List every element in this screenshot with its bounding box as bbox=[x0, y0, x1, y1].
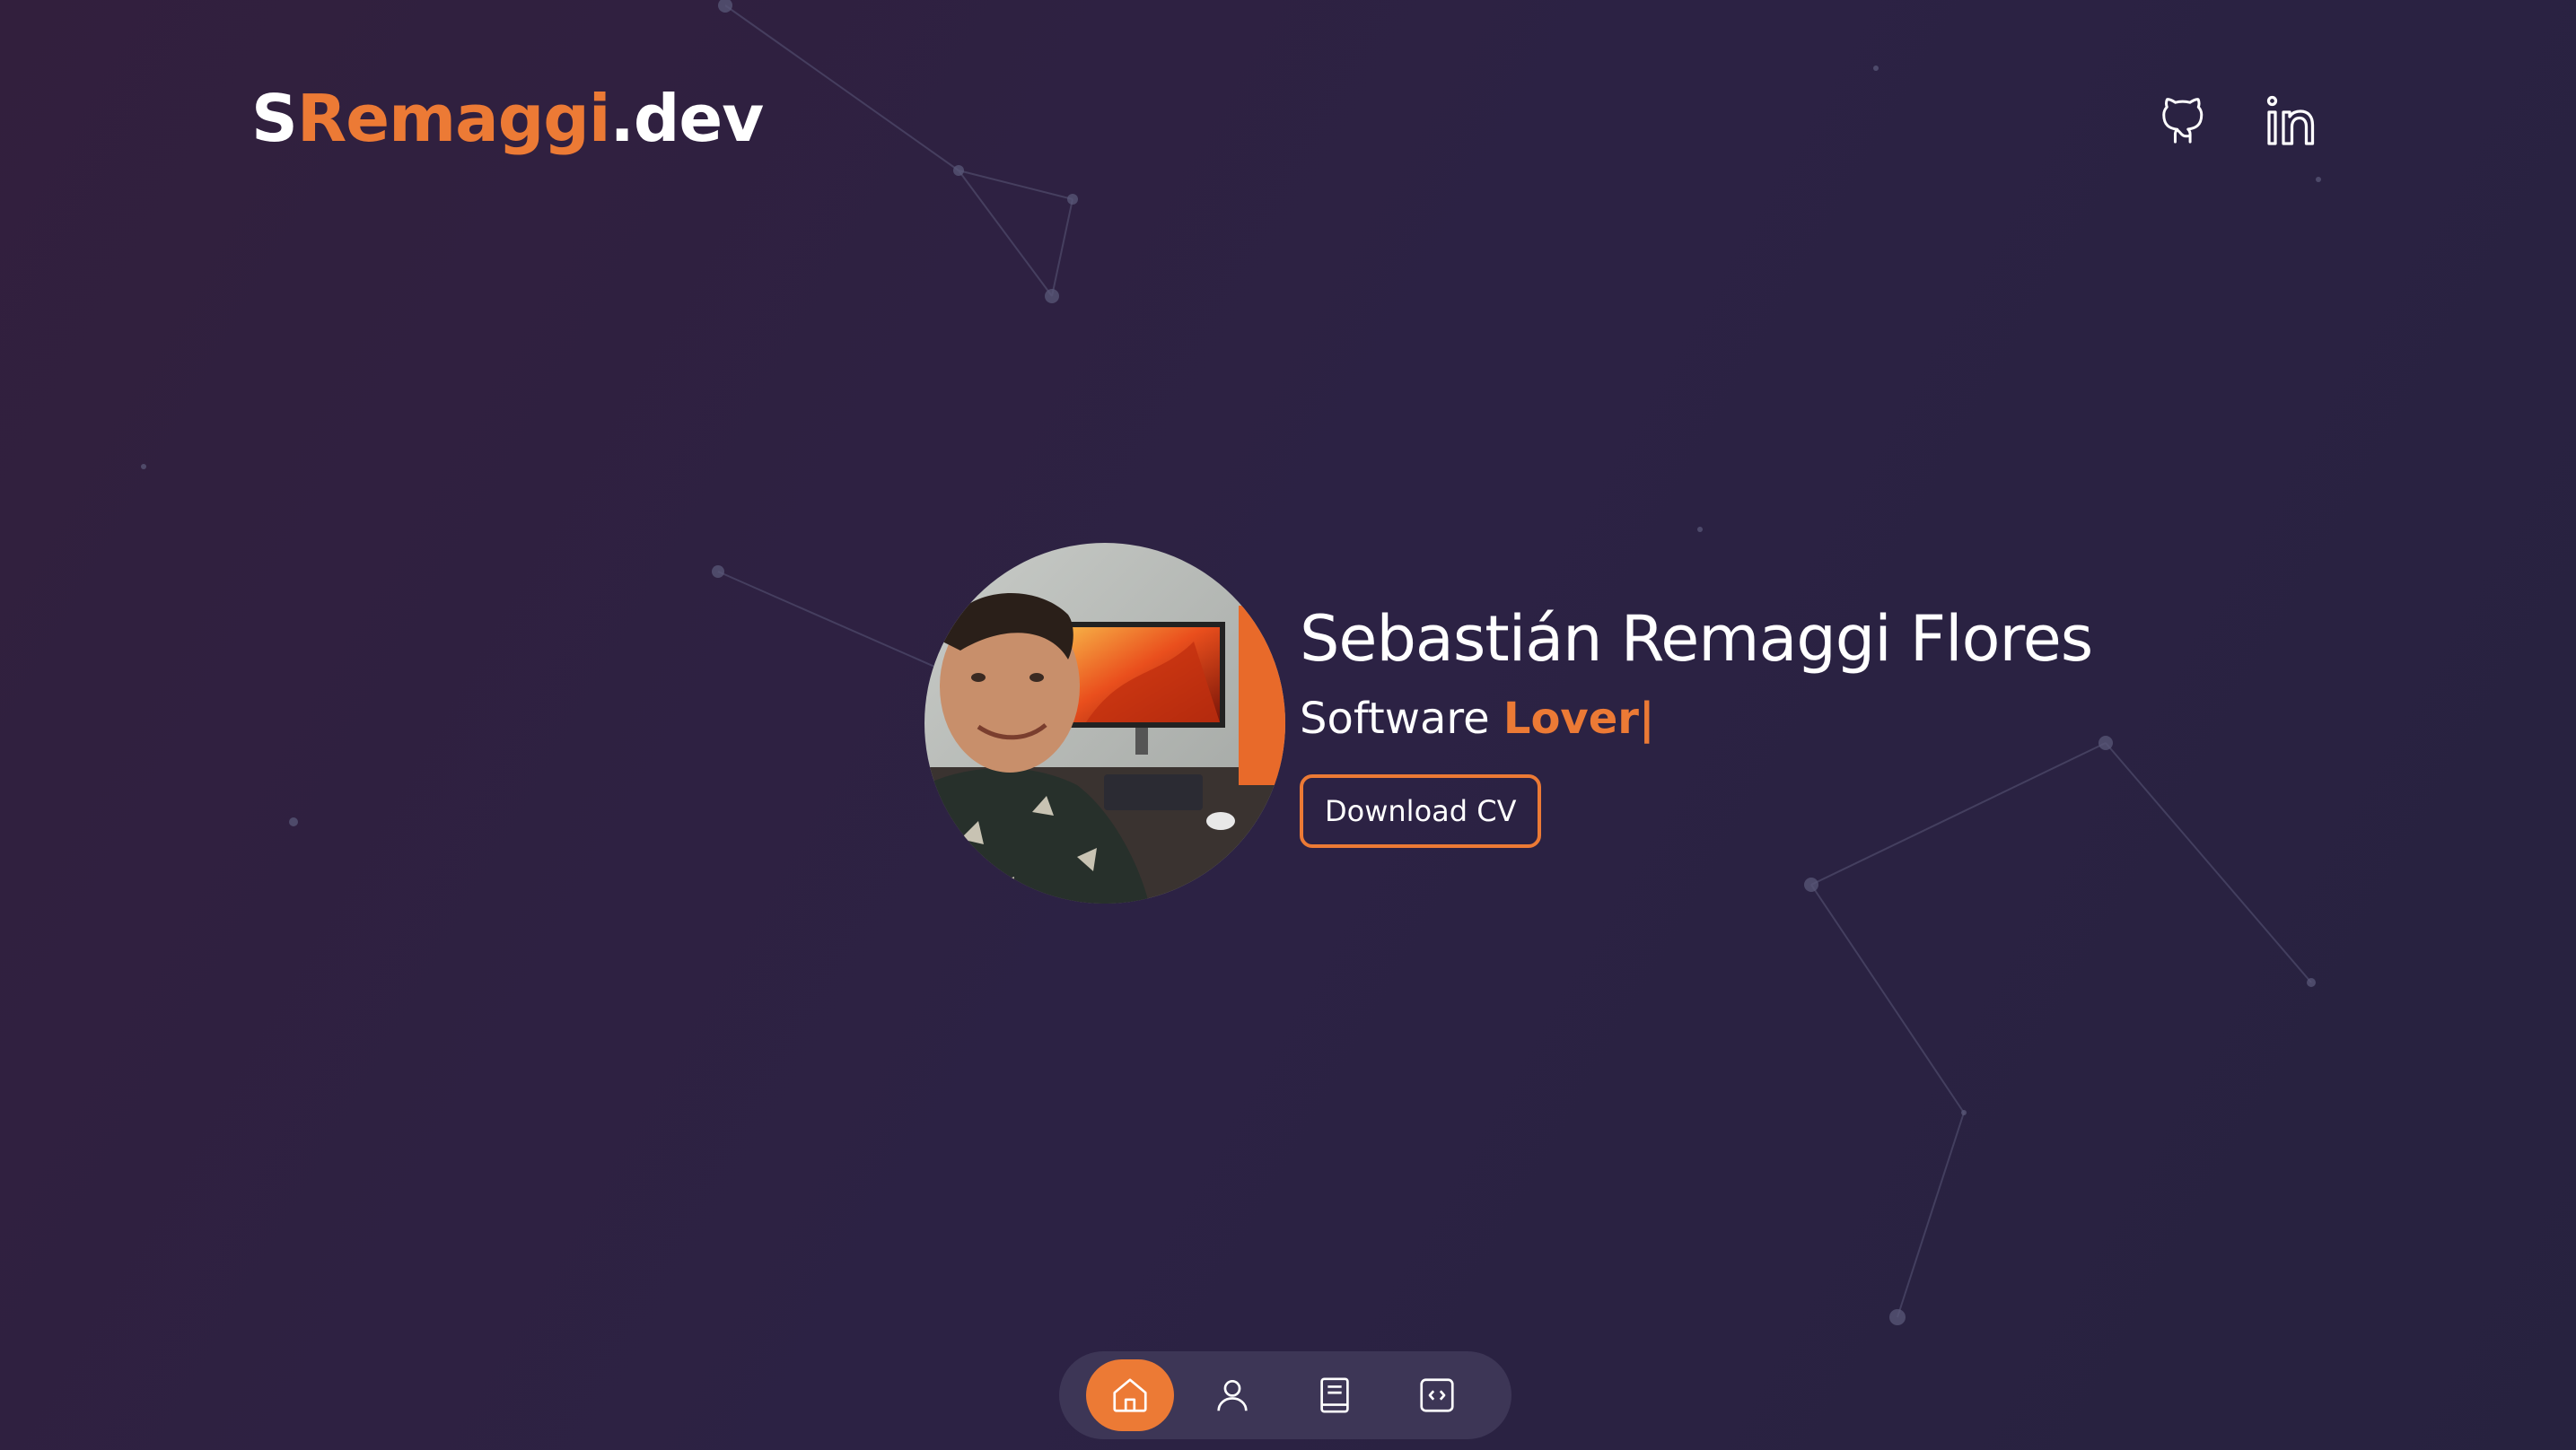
social-links bbox=[2155, 93, 2320, 149]
user-icon bbox=[1217, 1379, 1248, 1411]
nav-projects-button[interactable] bbox=[1393, 1359, 1481, 1431]
nav-home-button[interactable] bbox=[1086, 1359, 1174, 1431]
download-cv-button[interactable]: Download CV bbox=[1300, 774, 1542, 848]
page: SRemaggi.dev Sebastián Remaggi Flores So… bbox=[0, 0, 2576, 1450]
hero-role: Software Lover| bbox=[1300, 697, 2092, 740]
github-icon[interactable] bbox=[2155, 93, 2211, 149]
nav-resume-button[interactable] bbox=[1291, 1359, 1379, 1431]
linkedin-icon[interactable] bbox=[2265, 93, 2320, 149]
hero-name: Sebastián Remaggi Flores bbox=[1300, 602, 2093, 676]
site-logo[interactable]: SRemaggi.dev bbox=[251, 86, 764, 151]
logo-surname: Remaggi bbox=[296, 81, 611, 156]
hero-info: Sebastián Remaggi Flores Software Lover|… bbox=[1300, 602, 2093, 848]
book-icon bbox=[1320, 1377, 1349, 1413]
code-icon bbox=[1420, 1378, 1454, 1412]
home-icon bbox=[1113, 1378, 1147, 1412]
logo-domain: .dev bbox=[609, 81, 765, 156]
profile-photo bbox=[924, 543, 1285, 904]
role-typing-text: Lover| bbox=[1503, 694, 1655, 744]
bottom-navigation-dock bbox=[1059, 1351, 1511, 1439]
role-prefix: Software bbox=[1300, 694, 1490, 744]
nav-about-button[interactable] bbox=[1188, 1359, 1276, 1431]
hero-section: Sebastián Remaggi Flores Software Lover|… bbox=[924, 543, 2093, 904]
logo-initial: S bbox=[251, 81, 298, 156]
